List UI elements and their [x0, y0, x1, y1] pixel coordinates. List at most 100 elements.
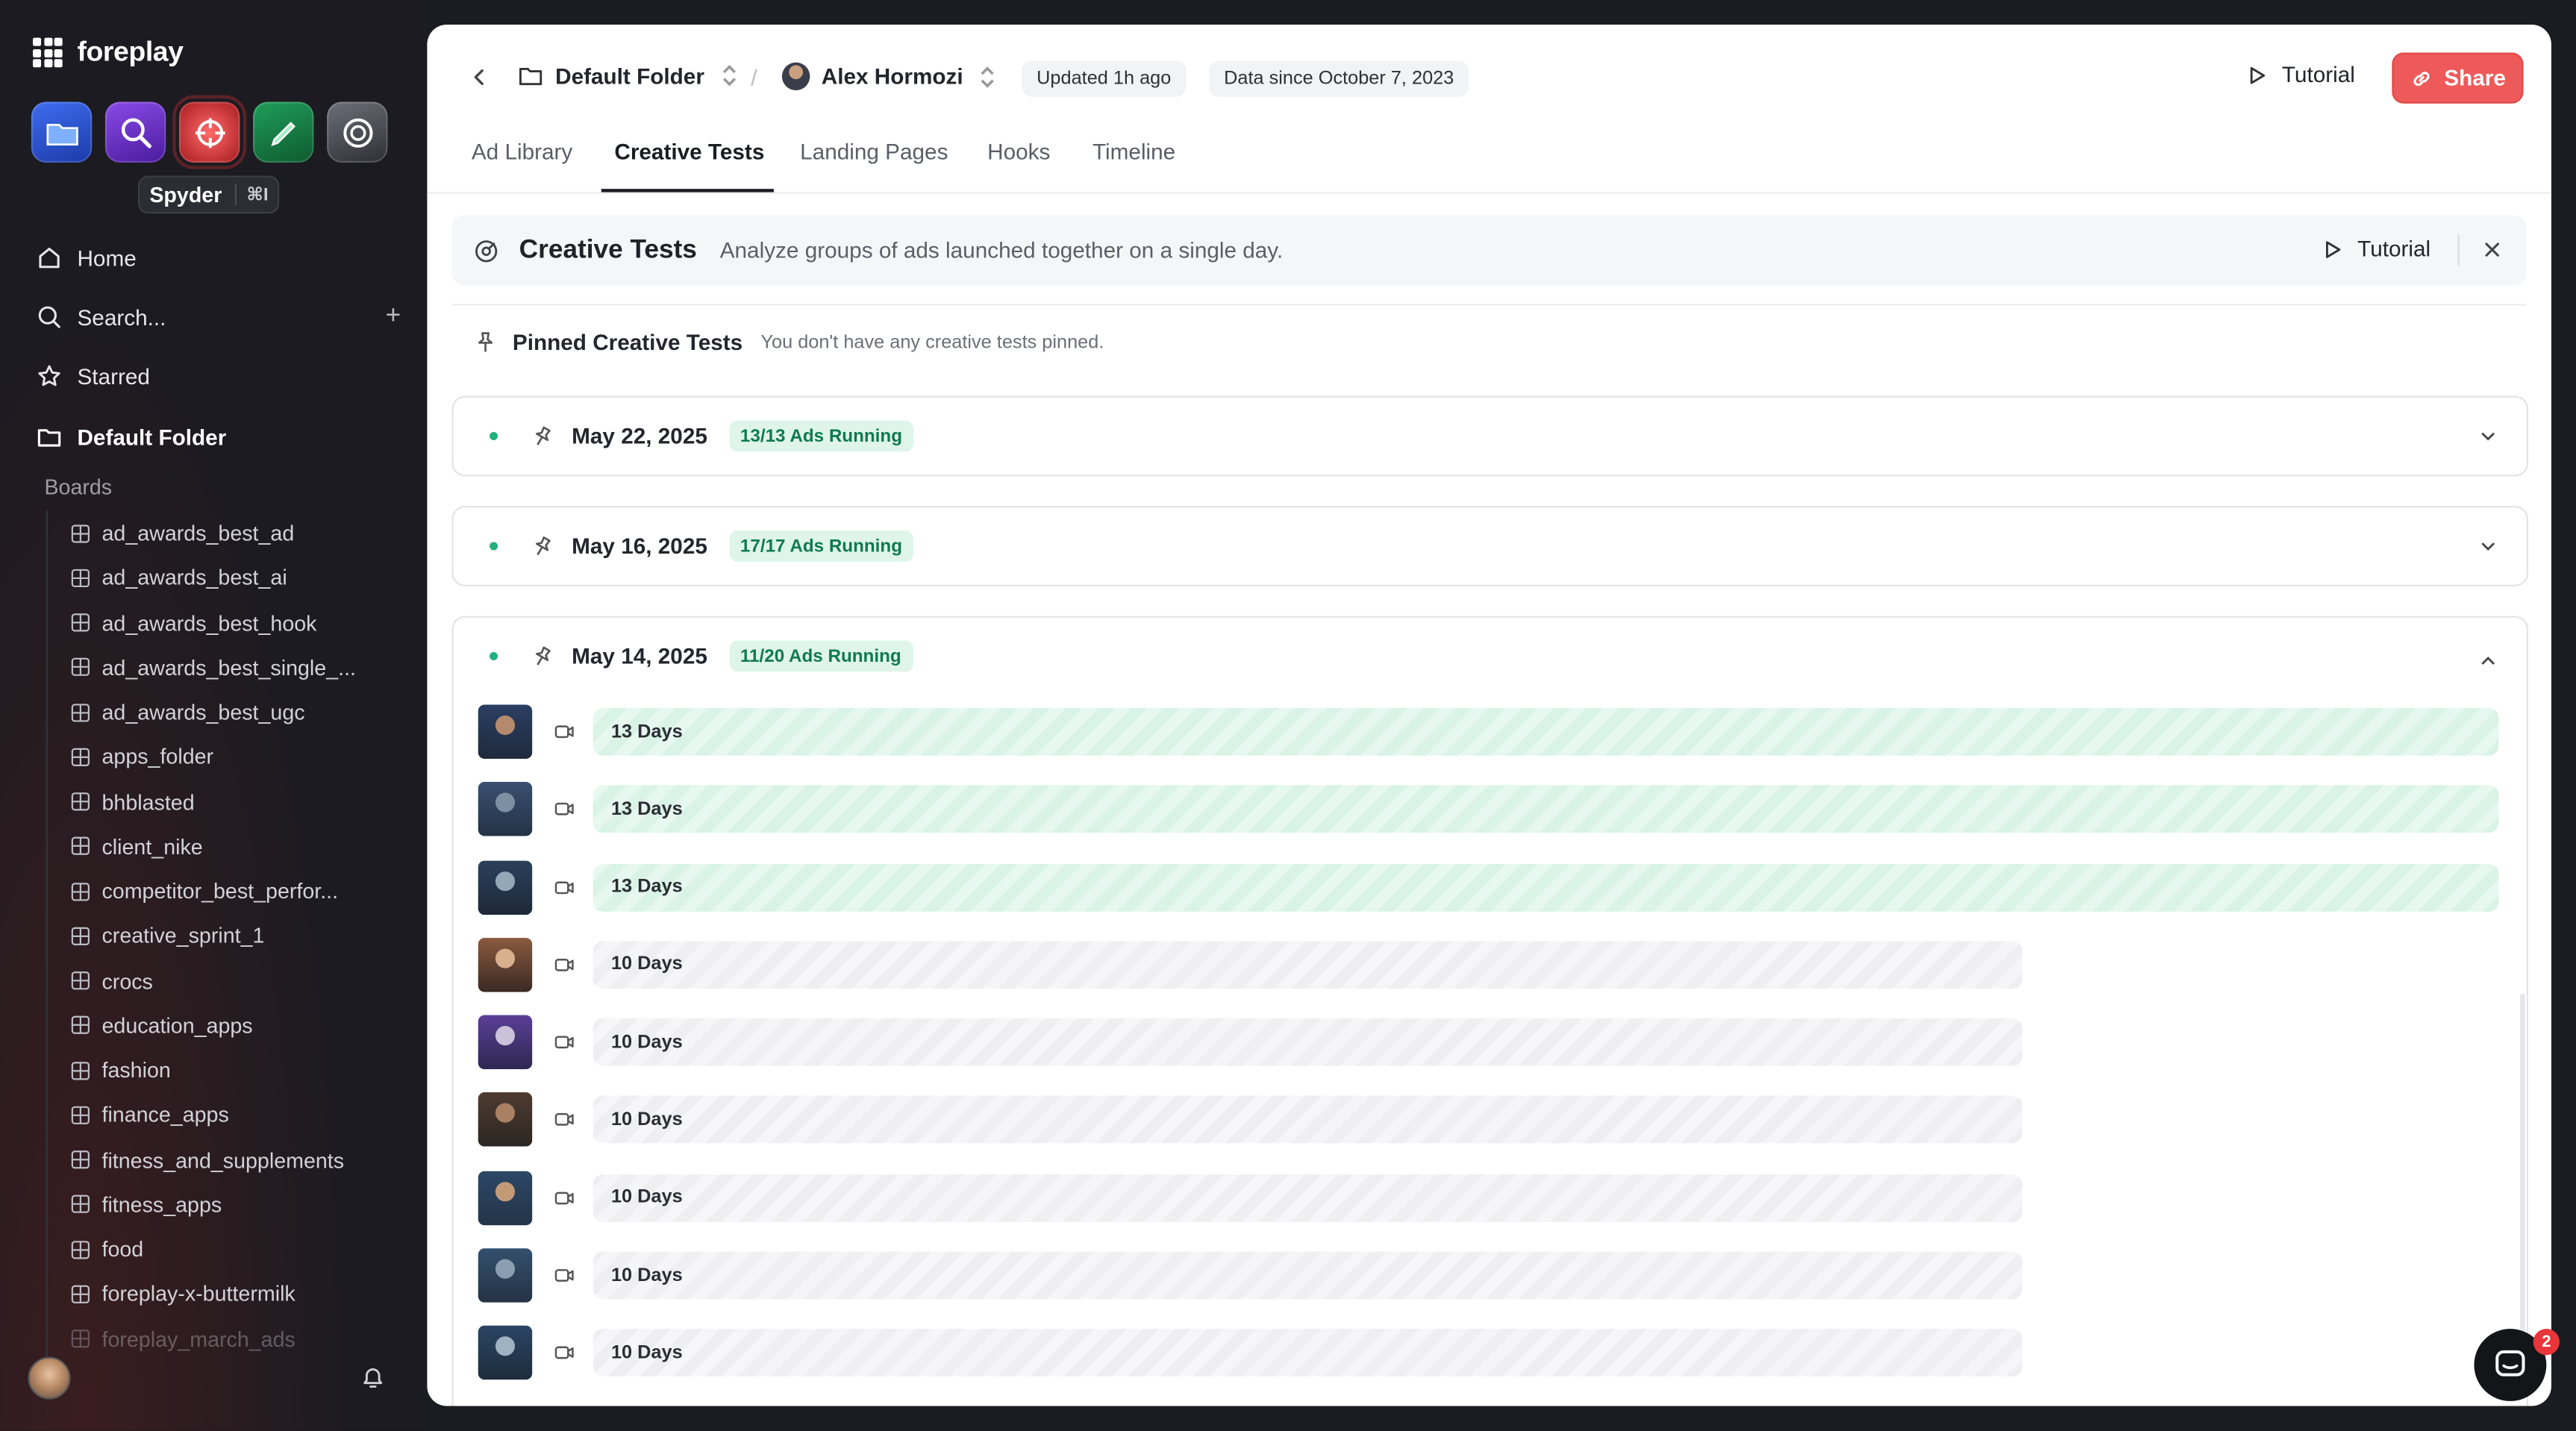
board-grid-icon [71, 1240, 90, 1259]
spyder-app-button[interactable] [172, 95, 247, 169]
board-item[interactable]: creative_sprint_1 [48, 914, 384, 959]
video-icon [554, 958, 574, 971]
brand-selector[interactable]: Alex Hormozi [781, 62, 1001, 91]
briefs-app-button[interactable] [253, 101, 314, 163]
ad-thumbnail[interactable] [478, 1015, 533, 1070]
run-duration-bar[interactable]: 10 Days [593, 1251, 2023, 1300]
ad-thumbnail[interactable] [478, 782, 533, 837]
ad-row[interactable]: 10 Days [454, 1326, 2527, 1403]
ad-thumbnail[interactable] [478, 937, 533, 992]
nav-search[interactable]: Search... + [36, 292, 401, 342]
tab-timeline[interactable]: Timeline [1092, 140, 1175, 190]
pin-toggle-icon[interactable] [531, 645, 554, 668]
board-item[interactable]: client_nike [48, 824, 384, 869]
group-header[interactable]: May 16, 2025 17/17 Ads Running [454, 507, 2527, 584]
board-item[interactable]: finance_apps [48, 1093, 384, 1138]
board-label: foreplay-x-buttermilk [101, 1281, 296, 1307]
run-duration-bar[interactable]: 13 Days [593, 863, 2499, 911]
run-duration-bar[interactable]: 10 Days [593, 1329, 2023, 1377]
lens-app-button[interactable] [327, 101, 388, 163]
ad-thumbnail[interactable] [478, 1326, 533, 1381]
nav-home[interactable]: Home [36, 234, 401, 283]
ad-thumbnail[interactable] [478, 1093, 533, 1147]
creative-test-group-expanded[interactable]: May 14, 2025 11/20 Ads Running 13 Days 13… [451, 616, 2529, 1406]
board-label: ad_awards_best_ai [101, 566, 287, 591]
creative-test-group[interactable]: May 22, 2025 13/13 Ads Running [451, 395, 2529, 477]
board-item[interactable]: education_apps [48, 1003, 384, 1048]
group-header[interactable]: May 14, 2025 11/20 Ads Running [454, 618, 2527, 695]
ad-thumbnail[interactable] [478, 704, 533, 760]
discovery-app-button[interactable] [104, 101, 166, 163]
add-icon[interactable]: + [386, 302, 401, 332]
ad-thumbnail[interactable] [478, 1171, 533, 1225]
ad-row[interactable]: 13 Days [454, 859, 2527, 938]
user-avatar[interactable] [28, 1356, 71, 1400]
run-duration-bar[interactable]: 13 Days [593, 707, 2499, 756]
run-duration-bar[interactable]: 10 Days [593, 1018, 2023, 1067]
board-item[interactable]: fitness_and_supplements [48, 1138, 384, 1183]
tab-landing-pages[interactable]: Landing Pages [800, 140, 948, 190]
banner-tutorial-button[interactable]: Tutorial [2322, 237, 2430, 261]
board-item[interactable]: apps_folder [48, 735, 384, 780]
board-item[interactable]: crocs [48, 959, 384, 1003]
board-item[interactable]: foreplay-x-buttermilk [48, 1272, 384, 1317]
library-app-button[interactable] [31, 101, 93, 163]
board-item[interactable]: ad_awards_best_single_... [48, 645, 384, 690]
ad-thumbnail[interactable] [478, 1248, 533, 1303]
pin-toggle-icon[interactable] [531, 425, 554, 448]
creative-test-group[interactable]: May 16, 2025 17/17 Ads Running [451, 506, 2529, 586]
share-button[interactable]: Share [2392, 52, 2524, 104]
ad-row[interactable]: 10 Days [454, 1248, 2527, 1326]
board-label: competitor_best_perfor... [101, 879, 339, 904]
tab-creative-tests[interactable]: Creative Tests [614, 140, 764, 190]
selector-chevrons-icon [722, 65, 736, 87]
video-icon [554, 1269, 574, 1283]
run-duration-bar[interactable]: 10 Days [593, 1096, 2023, 1145]
ad-row[interactable]: 13 Days [454, 782, 2527, 860]
group-date: May 16, 2025 [572, 533, 707, 559]
run-duration-bar[interactable]: 13 Days [593, 785, 2499, 833]
board-item[interactable]: fitness_apps [48, 1183, 384, 1227]
chevron-up-icon[interactable] [2479, 652, 2497, 670]
tab-hooks[interactable]: Hooks [987, 140, 1050, 190]
nav-starred[interactable]: Starred [36, 351, 401, 401]
lens-app-icon [343, 117, 372, 147]
board-item[interactable]: ad_awards_best_ad [48, 511, 384, 556]
board-item[interactable]: fashion [48, 1048, 384, 1093]
board-item[interactable]: ad_awards_best_ai [48, 556, 384, 601]
ad-row[interactable]: 10 Days [454, 1093, 2527, 1171]
board-item[interactable]: bhblasted [48, 780, 384, 824]
video-icon [554, 1036, 574, 1049]
board-item[interactable]: ad_awards_best_hook [48, 601, 384, 645]
run-duration-bar[interactable]: 10 Days [593, 1174, 2023, 1222]
board-grid-icon [71, 1150, 90, 1169]
notifications-icon[interactable] [360, 1365, 386, 1391]
nav-default-folder[interactable]: Default Folder [36, 413, 401, 462]
pinned-section: Pinned Creative Tests You don't have any… [473, 331, 1104, 355]
ad-row[interactable]: 10 Days [454, 1015, 2527, 1093]
chevron-down-icon[interactable] [2479, 427, 2497, 445]
brand-logo[interactable]: foreplay [33, 36, 184, 69]
run-duration-label: 13 Days [610, 799, 683, 820]
pin-toggle-icon[interactable] [531, 535, 554, 558]
group-header[interactable]: May 22, 2025 13/13 Ads Running [454, 398, 2527, 475]
ad-row[interactable]: 13 Days [454, 704, 2527, 782]
folder-name: Default Folder [555, 63, 704, 88]
board-grid-icon [71, 882, 90, 901]
folder-selector[interactable]: Default Folder [517, 63, 742, 89]
board-item[interactable]: food [48, 1227, 384, 1272]
ad-row[interactable]: 10 Days [454, 937, 2527, 1015]
board-item[interactable]: ad_awards_best_ugc [48, 690, 384, 735]
pinned-note: You don't have any creative tests pinned… [760, 332, 1104, 353]
back-chevron-icon[interactable] [470, 67, 490, 87]
top-bar: Default Folder / Alex Hormozi Updated 1h… [427, 25, 2551, 133]
tab-ad-library[interactable]: Ad Library [472, 140, 572, 190]
board-item[interactable]: competitor_best_perfor... [48, 869, 384, 914]
ad-row[interactable]: 10 Days [454, 1171, 2527, 1248]
run-duration-bar[interactable]: 10 Days [593, 941, 2023, 989]
chevron-down-icon[interactable] [2479, 537, 2497, 555]
tutorial-button[interactable]: Tutorial [2245, 63, 2355, 87]
ad-thumbnail[interactable] [478, 859, 533, 915]
board-item[interactable]: foreplay_march_ads [48, 1317, 384, 1362]
close-icon[interactable] [2482, 239, 2501, 259]
